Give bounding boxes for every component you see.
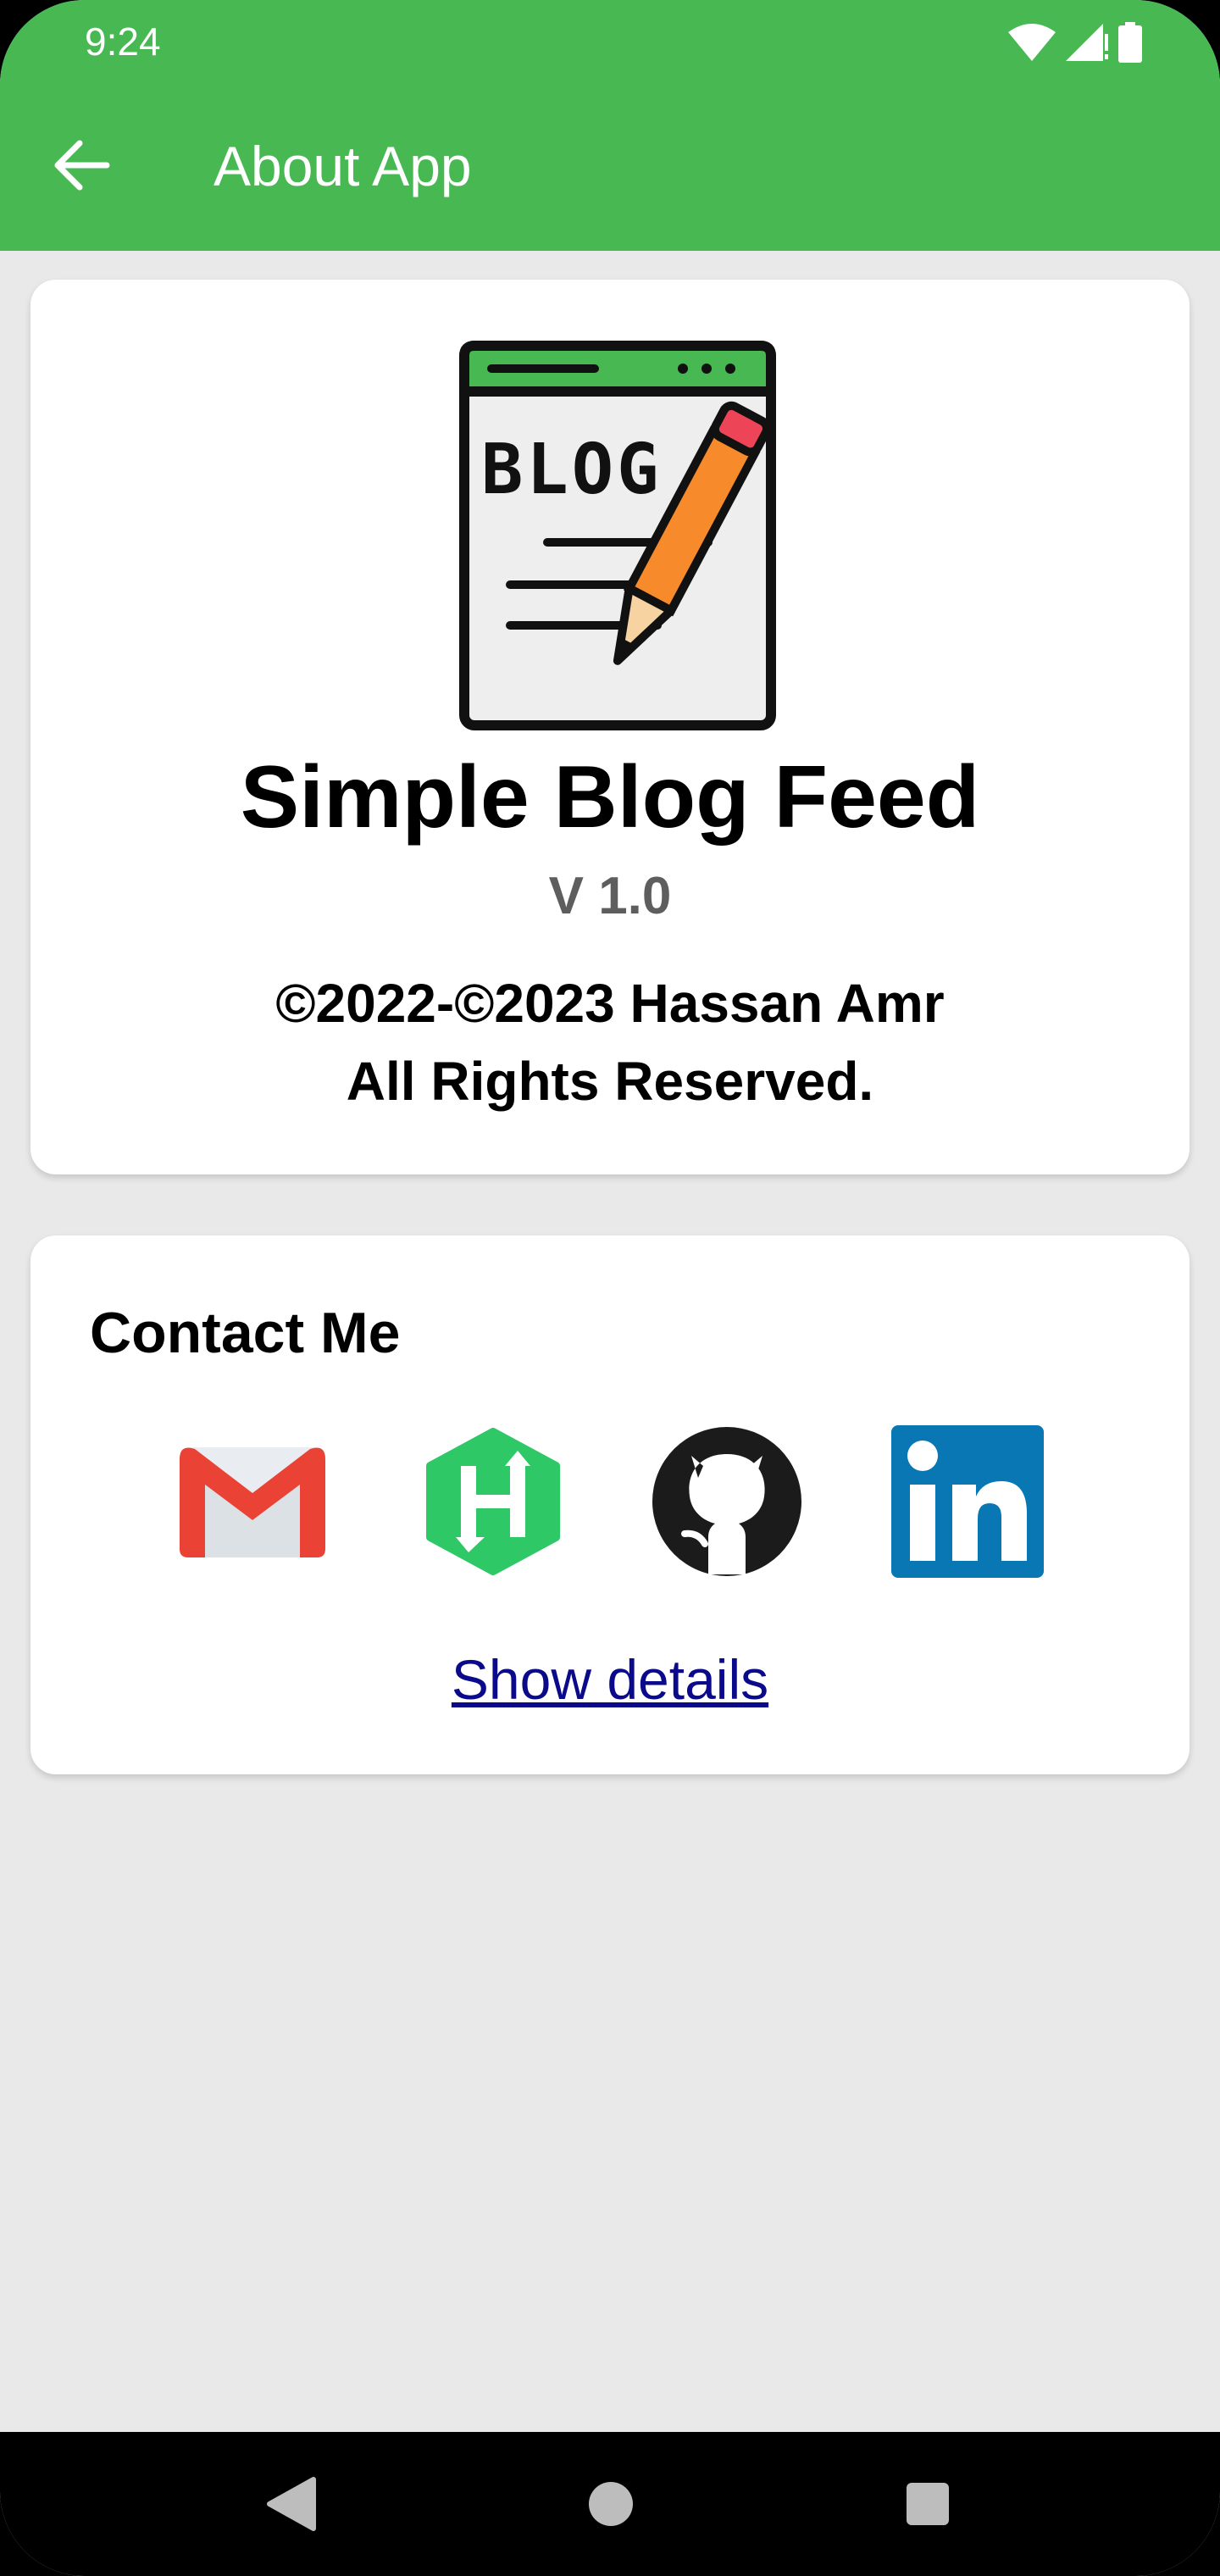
back-arrow-icon[interactable] <box>53 136 112 195</box>
linkedin-icon[interactable] <box>891 1425 1044 1578</box>
navigation-bar <box>0 2432 1220 2576</box>
contact-card: Contact Me Show details <box>30 1235 1190 1774</box>
hackerrank-icon[interactable] <box>417 1425 569 1578</box>
copyright-line-2: All Rights Reserved. <box>346 1051 874 1112</box>
gmail-icon[interactable] <box>176 1425 329 1578</box>
copyright-line-1: ©2022-©2023 Hassan Amr <box>275 973 945 1034</box>
nav-home-icon[interactable] <box>573 2466 649 2542</box>
blog-logo-icon: BLOG <box>459 341 776 730</box>
about-card: BLOG Simple Blog Feed V 1.0 ©2022-©2023 … <box>30 280 1190 1174</box>
show-details-link[interactable]: Show details <box>30 1647 1190 1712</box>
app-name: Simple Blog Feed <box>240 748 980 847</box>
nav-back-icon[interactable] <box>254 2466 330 2542</box>
status-icons <box>1008 22 1142 63</box>
battery-icon <box>1118 22 1142 63</box>
page-title: About App <box>214 135 472 197</box>
app-version: V 1.0 <box>548 867 672 925</box>
wifi-icon <box>1008 24 1056 61</box>
screen: 9:24 About App BLOG Simple Blog Feed V 1… <box>0 0 1220 2576</box>
copyright: ©2022-©2023 Hassan Amr All Rights Reserv… <box>30 964 1190 1120</box>
nav-recents-icon[interactable] <box>890 2466 966 2542</box>
contact-title: Contact Me <box>90 1301 401 1365</box>
signal-icon <box>1066 24 1108 61</box>
status-time: 9:24 <box>85 19 161 64</box>
app-bar: 9:24 About App <box>0 0 1220 251</box>
github-icon[interactable] <box>651 1425 803 1578</box>
logo-text: BLOG <box>481 430 662 510</box>
